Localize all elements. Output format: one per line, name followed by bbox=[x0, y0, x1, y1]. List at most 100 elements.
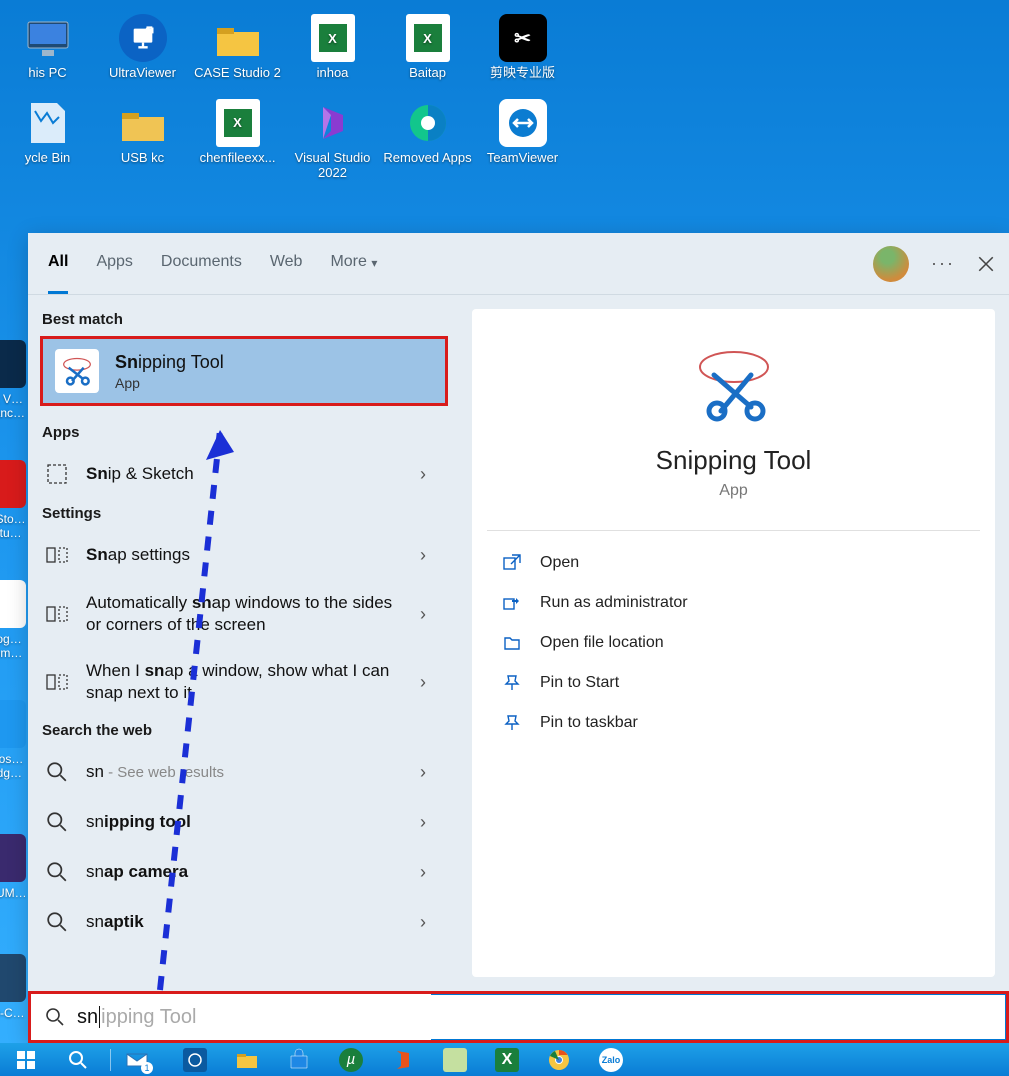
tab-more[interactable]: More ▾ bbox=[330, 233, 377, 294]
action-file-location[interactable]: Open file location bbox=[472, 623, 995, 663]
setting-snap-show[interactable]: When I snap a window, show what I can sn… bbox=[40, 648, 458, 716]
detail-pane: Snipping Tool App Open Run as administra… bbox=[458, 295, 1009, 991]
setting-text: When I snap a window, show what I can sn… bbox=[86, 660, 404, 704]
pin-icon bbox=[502, 673, 522, 693]
desktop-icon-cut[interactable]: stSto…aptu… bbox=[0, 420, 28, 540]
taskbar: 1 µ X Zalo bbox=[0, 1043, 1009, 1076]
best-match-item[interactable]: Snipping Tool App bbox=[40, 336, 448, 406]
open-icon bbox=[502, 553, 522, 573]
desktop-left-edge: az V…hanc…stSto…aptu…oog…rom…cros…Edg…ar… bbox=[0, 300, 28, 1020]
web-result[interactable]: sn - See web results› bbox=[40, 747, 458, 797]
chevron-right-icon: › bbox=[420, 464, 440, 485]
start-button[interactable] bbox=[6, 1043, 46, 1076]
app-icon bbox=[404, 99, 452, 147]
desktop-icon[interactable]: CASE Studio 2 bbox=[190, 8, 285, 81]
app-icon bbox=[214, 14, 262, 62]
desktop-icon[interactable]: Xchenfileexx... bbox=[190, 93, 285, 181]
action-run-admin[interactable]: Run as administrator bbox=[472, 583, 995, 623]
app-snip-sketch[interactable]: Snip & Sketch › bbox=[40, 449, 458, 499]
taskbar-utorrent[interactable]: µ bbox=[331, 1043, 371, 1076]
taskbar-chrome[interactable] bbox=[539, 1043, 579, 1076]
chevron-right-icon: › bbox=[420, 862, 440, 883]
search-typed-text: sn bbox=[77, 1006, 98, 1029]
chevron-right-icon: › bbox=[420, 672, 440, 693]
search-ghost-text: ipping Tool bbox=[101, 1006, 196, 1029]
action-pin-taskbar[interactable]: Pin to taskbar bbox=[472, 703, 995, 743]
desktop-icon-cut[interactable]: arUM… bbox=[0, 780, 28, 900]
desktop-icon-cut[interactable]: cros…Edg… bbox=[0, 660, 28, 780]
app-icon bbox=[309, 99, 357, 147]
taskbar-explorer[interactable] bbox=[227, 1043, 267, 1076]
best-match-title: Snipping Tool bbox=[115, 352, 224, 373]
section-apps: Apps bbox=[40, 418, 458, 449]
desktop-icon[interactable]: TeamViewer bbox=[475, 93, 570, 181]
desktop-icon[interactable]: XBaitap bbox=[380, 8, 475, 81]
search-panel: All Apps Documents Web More ▾ ··· Best m… bbox=[28, 233, 1009, 1043]
desktop-icon-cut[interactable]: oog…rom… bbox=[0, 540, 28, 660]
taskbar-store[interactable] bbox=[279, 1043, 319, 1076]
header-more-icon[interactable]: ··· bbox=[931, 253, 955, 274]
desktop-icon[interactable]: ✂剪映专业版 bbox=[475, 8, 570, 81]
tab-documents[interactable]: Documents bbox=[161, 233, 242, 294]
app-icon bbox=[44, 461, 70, 487]
app-icon: X bbox=[404, 14, 452, 62]
setting-text: Automatically snap windows to the sides … bbox=[86, 592, 404, 636]
tab-all[interactable]: All bbox=[48, 233, 68, 294]
search-icon bbox=[44, 909, 70, 935]
action-pin-start[interactable]: Pin to Start bbox=[472, 663, 995, 703]
desktop: his PCUltraViewerCASE Studio 2XinhoaXBai… bbox=[0, 0, 1009, 230]
section-best-match: Best match bbox=[40, 305, 458, 336]
taskbar-app-blue[interactable] bbox=[175, 1043, 215, 1076]
desktop-icon[interactable]: USB kc bbox=[95, 93, 190, 181]
taskbar-excel[interactable]: X bbox=[487, 1043, 527, 1076]
desktop-icon[interactable]: Visual Studio 2022 bbox=[285, 93, 380, 181]
taskbar-mail[interactable]: 1 bbox=[123, 1043, 163, 1076]
taskbar-zalo[interactable]: Zalo bbox=[591, 1043, 631, 1076]
chevron-right-icon: › bbox=[420, 912, 440, 933]
tab-apps[interactable]: Apps bbox=[96, 233, 132, 294]
folder-icon bbox=[502, 633, 522, 653]
snap-icon bbox=[44, 601, 70, 627]
desktop-icon-cut[interactable]: az V…hanc… bbox=[0, 300, 28, 420]
pin-icon bbox=[502, 713, 522, 733]
taskbar-separator bbox=[110, 1049, 111, 1071]
section-web: Search the web bbox=[40, 716, 458, 747]
web-result[interactable]: snipping tool› bbox=[40, 797, 458, 847]
taskbar-office[interactable] bbox=[383, 1043, 423, 1076]
desktop-icon-cut[interactable]: ev-C… bbox=[0, 900, 28, 1020]
setting-snap-settings[interactable]: Snap settings › bbox=[40, 530, 458, 580]
tab-web[interactable]: Web bbox=[270, 233, 303, 294]
web-result[interactable]: snap camera› bbox=[40, 847, 458, 897]
desktop-icon[interactable]: his PC bbox=[0, 8, 95, 81]
search-button[interactable] bbox=[58, 1043, 98, 1076]
app-icon bbox=[24, 99, 72, 147]
admin-icon bbox=[502, 593, 522, 613]
snipping-tool-icon bbox=[55, 349, 99, 393]
web-result[interactable]: snaptik› bbox=[40, 897, 458, 947]
desktop-icon[interactable]: ycle Bin bbox=[0, 93, 95, 181]
user-avatar[interactable] bbox=[873, 246, 909, 282]
app-icon: X bbox=[309, 14, 357, 62]
taskbar-snip-pic[interactable] bbox=[435, 1043, 475, 1076]
snap-icon bbox=[44, 542, 70, 568]
desktop-icon[interactable]: Xinhoa bbox=[285, 8, 380, 81]
chevron-right-icon: › bbox=[420, 762, 440, 783]
snipping-tool-large-icon bbox=[689, 345, 779, 425]
detail-subtitle: App bbox=[719, 482, 747, 500]
section-settings: Settings bbox=[40, 499, 458, 530]
desktop-icon[interactable]: Removed Apps bbox=[380, 93, 475, 181]
app-icon: ✂ bbox=[499, 14, 547, 62]
app-icon: X bbox=[214, 99, 262, 147]
search-input-bar[interactable]: snipping Tool bbox=[28, 991, 1009, 1043]
detail-title: Snipping Tool bbox=[656, 445, 812, 476]
setting-auto-snap[interactable]: Automatically snap windows to the sides … bbox=[40, 580, 458, 648]
text-caret bbox=[99, 1006, 100, 1028]
search-icon bbox=[44, 809, 70, 835]
search-header: All Apps Documents Web More ▾ ··· bbox=[28, 233, 1009, 295]
desktop-icon[interactable]: UltraViewer bbox=[95, 8, 190, 81]
chevron-right-icon: › bbox=[420, 812, 440, 833]
action-open[interactable]: Open bbox=[472, 543, 995, 583]
search-icon bbox=[44, 759, 70, 785]
close-icon[interactable] bbox=[977, 255, 995, 273]
search-tabs: All Apps Documents Web More ▾ bbox=[48, 233, 377, 294]
